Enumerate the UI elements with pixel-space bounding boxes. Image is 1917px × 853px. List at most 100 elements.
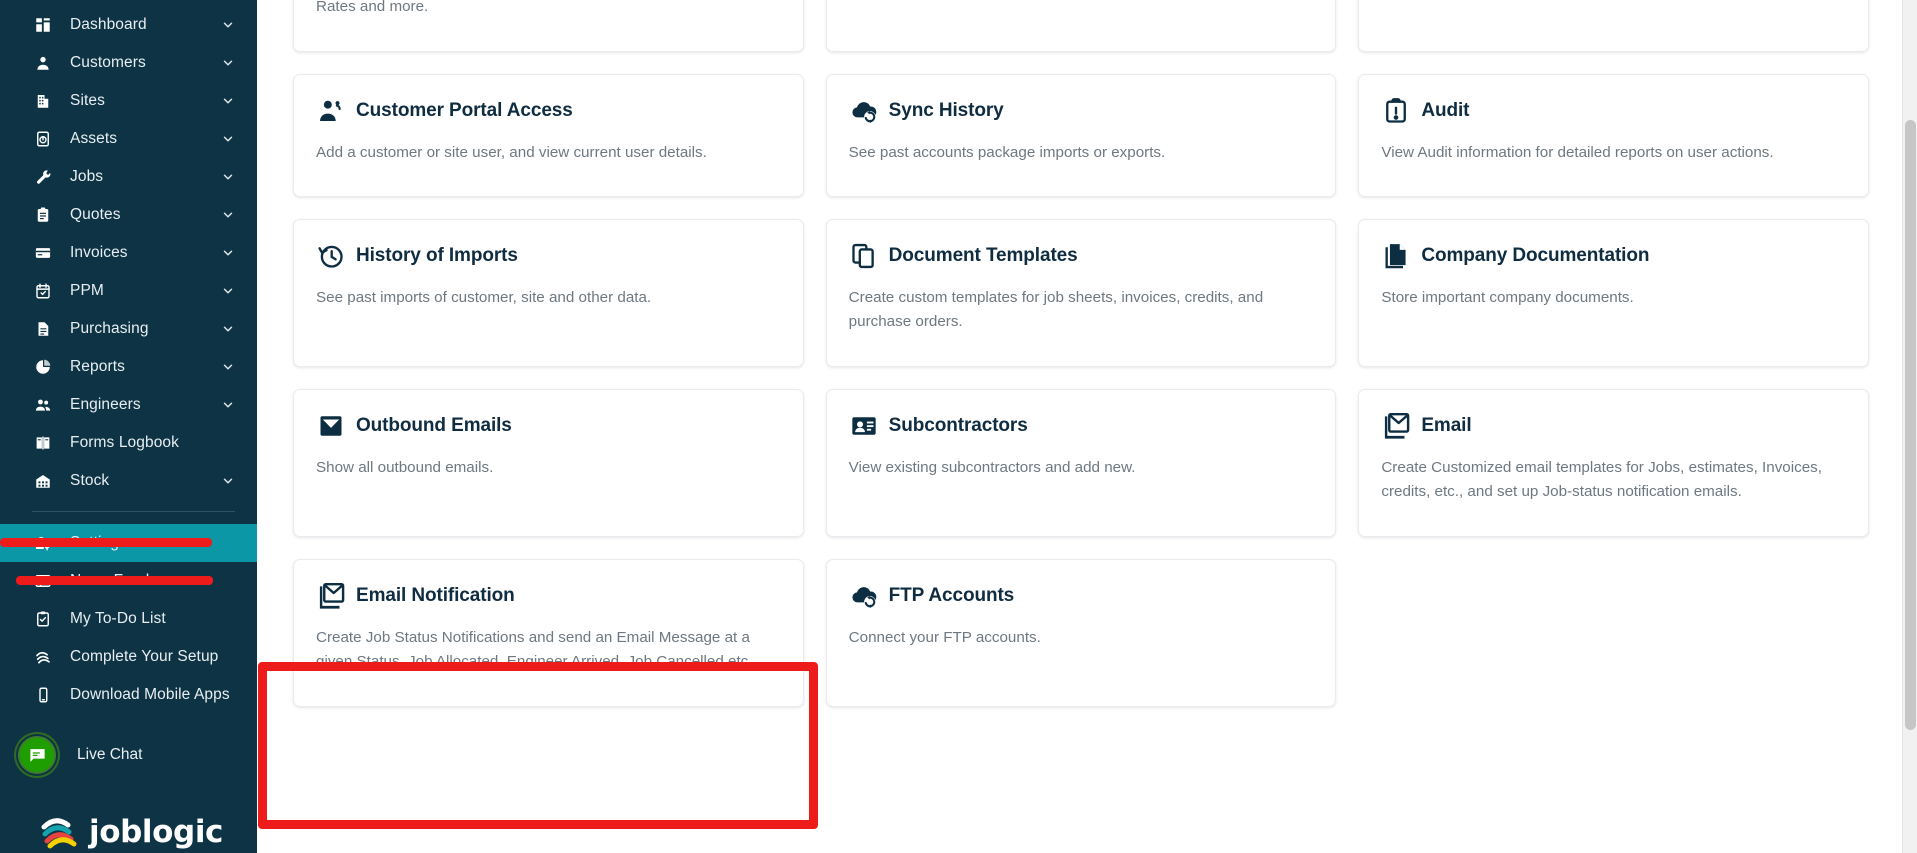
settings-card-history-of-imports[interactable]: History of Imports See past imports of cu… [293, 219, 804, 367]
clock-history-icon [316, 241, 346, 271]
card-header: Subcontractors [849, 411, 1314, 441]
sidebar-item-label: Stock [70, 472, 110, 489]
card-description: Create custom templates for job sheets, … [848, 289, 1264, 331]
card-title: Company Documentation [1421, 245, 1650, 266]
settings-card-account-integration[interactable]: Account IntegrationConnect your accounts… [825, 0, 1337, 52]
sidebar-item-dashboard[interactable]: Dashboard [0, 6, 257, 44]
clipboard-icon [32, 205, 54, 225]
sidebar-item-engineers[interactable]: Engineers [0, 386, 257, 424]
card-description: View existing subcontractors and add new… [848, 459, 1136, 476]
card-row: Email Notification Create Job Status Noti… [293, 559, 1869, 707]
sidebar-secondary-nav: Settings News Feed My To-Do List Complete Y… [0, 524, 257, 714]
documents-icon [1381, 241, 1411, 271]
sidebar-item-quotes[interactable]: Quotes [0, 196, 257, 234]
copy-document-icon [849, 241, 879, 271]
card-title: Document Templates [888, 245, 1078, 266]
clipboard-alert-icon [1381, 96, 1411, 126]
card-header: Customer Portal Access [316, 96, 781, 126]
sidebar-item-customers[interactable]: Customers [0, 44, 257, 82]
chat-bubble-icon [18, 736, 56, 774]
sidebar-item-label: Sites [70, 92, 105, 109]
sidebar-item-label: Invoices [70, 244, 128, 261]
settings-card-subcontractors[interactable]: Subcontractors View existing subcontracto… [825, 389, 1337, 537]
chevron-down-icon[interactable] [221, 322, 235, 336]
cloud-sync-icon [849, 581, 879, 611]
document-icon [32, 319, 54, 339]
card-title: History of Imports [356, 245, 518, 266]
chevron-down-icon[interactable] [221, 18, 235, 32]
card-title: FTP Accounts [888, 585, 1015, 606]
sidebar-item-label: Reports [70, 358, 125, 375]
scrollbar-thumb[interactable] [1905, 120, 1916, 730]
live-chat-button[interactable]: Live Chat [0, 726, 257, 774]
sidebar-item-label: Quotes [70, 206, 121, 223]
settings-card-customer-portal-access[interactable]: Customer Portal Access Add a customer or … [293, 74, 804, 197]
users-icon [32, 395, 54, 415]
settings-card-ftp-accounts[interactable]: FTP Accounts Connect your FTP accounts. [825, 559, 1337, 707]
sidebar-item-news-feed[interactable]: News Feed [0, 562, 257, 600]
brand-name: joblogic [89, 813, 224, 850]
sidebar-item-label: Purchasing [70, 320, 149, 337]
card-description: View Audit information for detailed repo… [1381, 144, 1774, 161]
sidebar-item-label: Customers [70, 54, 146, 71]
sidebar-item-stock[interactable]: Stock [0, 462, 257, 500]
card-header: Company Documentation [1381, 241, 1846, 271]
settings-card-scheme-providers[interactable]: Scheme ProvidersAdd your scheme provider… [1358, 0, 1870, 52]
sidebar-item-label: Settings [70, 534, 127, 551]
sidebar-item-label: Engineers [70, 396, 141, 413]
sidebar-item-my-to-do-list[interactable]: My To-Do List [0, 600, 257, 638]
chevron-down-icon[interactable] [221, 208, 235, 222]
sidebar-item-label: Download Mobile Apps [70, 686, 230, 703]
sidebar-item-forms-logbook[interactable]: Forms Logbook [0, 424, 257, 462]
settings-card-email-notification[interactable]: Email Notification Create Job Status Noti… [293, 559, 804, 707]
sidebar-item-invoices[interactable]: Invoices [0, 234, 257, 272]
chevron-down-icon[interactable] [221, 284, 235, 298]
brand-logo: joblogic [0, 815, 257, 849]
settings-card-email[interactable]: Email Create Customized email templates f… [1358, 389, 1870, 537]
sidebar-item-assets[interactable]: Assets [0, 120, 257, 158]
sidebar-item-label: Jobs [70, 168, 104, 185]
settings-card-outbound-emails[interactable]: Outbound Emails Show all outbound emails. [293, 389, 804, 537]
chevron-down-icon[interactable] [221, 56, 235, 70]
envelopes-icon [316, 581, 346, 611]
settings-card-library[interactable]: LibraryView and edit parts, quote reject… [293, 0, 804, 52]
sidebar-item-download-mobile-apps[interactable]: Download Mobile Apps [0, 676, 257, 714]
chevron-down-icon[interactable] [221, 360, 235, 374]
id-card-icon [849, 411, 879, 441]
sidebar-item-label: Assets [70, 130, 118, 147]
wrench-icon [32, 167, 54, 187]
sidebar-item-purchasing[interactable]: Purchasing [0, 310, 257, 348]
chevron-down-icon[interactable] [221, 474, 235, 488]
card-header: Email Notification [316, 581, 781, 611]
settings-card-sync-history[interactable]: Sync History See past accounts package im… [825, 74, 1337, 197]
user-gear-icon [32, 533, 54, 553]
chevron-down-icon[interactable] [221, 246, 235, 260]
card-description: Store important company documents. [1381, 289, 1634, 306]
checklist-icon [32, 609, 54, 629]
card-description: View and edit parts, quote rejection rea… [316, 0, 429, 16]
settings-card-audit[interactable]: Audit View Audit information for detailed… [1358, 74, 1870, 197]
sidebar-item-ppm[interactable]: PPM [0, 272, 257, 310]
sidebar-item-sites[interactable]: Sites [0, 82, 257, 120]
chevron-down-icon[interactable] [221, 132, 235, 146]
sidebar-divider [32, 511, 235, 512]
dashboard-icon [32, 15, 54, 35]
sidebar-item-complete-your-setup[interactable]: Complete Your Setup [0, 638, 257, 676]
sidebar-item-label: Forms Logbook [70, 434, 179, 451]
chevron-down-icon[interactable] [221, 94, 235, 108]
sidebar-item-label: Complete Your Setup [70, 648, 219, 665]
sidebar-item-label: My To-Do List [70, 610, 166, 627]
settings-card-company-documentation[interactable]: Company Documentation Store important com… [1358, 219, 1870, 367]
sidebar-item-jobs[interactable]: Jobs [0, 158, 257, 196]
chevron-down-icon[interactable] [221, 170, 235, 184]
card-description: Create Job Status Notifications and send… [316, 629, 753, 671]
card-header: Audit [1381, 96, 1846, 126]
vertical-scrollbar[interactable] [1902, 0, 1917, 853]
chevron-down-icon[interactable] [221, 398, 235, 412]
pie-chart-icon [32, 357, 54, 377]
card-description: See past imports of customer, site and o… [316, 289, 652, 306]
card-row: History of Imports See past imports of cu… [293, 219, 1870, 367]
sidebar-item-reports[interactable]: Reports [0, 348, 257, 386]
sidebar-item-settings[interactable]: Settings [0, 524, 257, 562]
settings-card-document-templates[interactable]: Document Templates Create custom template… [825, 219, 1337, 367]
